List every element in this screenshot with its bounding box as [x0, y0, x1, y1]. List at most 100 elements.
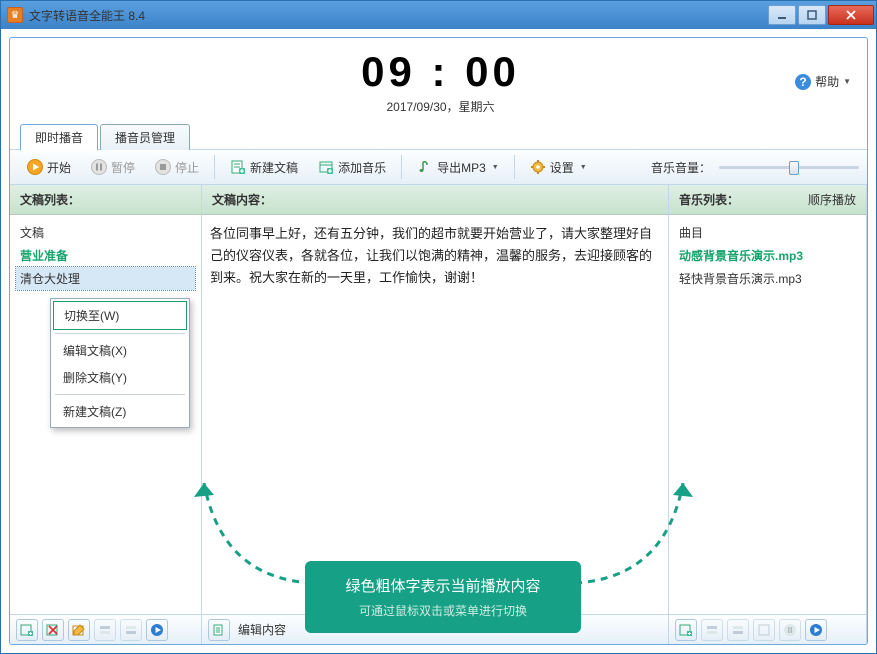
- callout-subtitle: 可通过鼠标双击或菜单进行切换: [323, 602, 563, 619]
- help-callout: 绿色粗体字表示当前播放内容 可通过鼠标双击或菜单进行切换: [305, 561, 581, 633]
- title-bar: ♛ 文字转语音全能王 8.4: [1, 1, 876, 29]
- remove-music-button[interactable]: [701, 619, 723, 641]
- cm-separator: [55, 333, 185, 334]
- add-music-button[interactable]: 添加音乐: [309, 154, 395, 181]
- close-button[interactable]: [828, 5, 874, 25]
- slider-thumb[interactable]: [789, 161, 799, 175]
- music-header: 音乐列表： 顺序播放: [669, 185, 866, 215]
- col-head-label: 音乐列表：: [679, 191, 739, 208]
- documents-header: 文稿列表：: [10, 185, 201, 215]
- music-panel: 音乐列表： 顺序播放 曲目 动感背景音乐演示.mp3 轻快背景音乐演示.mp3: [669, 185, 867, 644]
- context-menu[interactable]: 切换至(W) 编辑文稿(X) 删除文稿(Y) 新建文稿(Z): [50, 298, 190, 428]
- item-label: 轻快背景音乐演示.mp3: [679, 272, 802, 286]
- edit-content-label: 编辑内容: [238, 621, 286, 638]
- callout-title: 绿色粗体字表示当前播放内容: [323, 575, 563, 596]
- add-music-list-button[interactable]: [675, 619, 697, 641]
- maximize-button[interactable]: [798, 5, 826, 25]
- header-center: 09 : 00 2017/09/30，星期六: [86, 48, 795, 115]
- pause-button[interactable]: 暂停: [82, 154, 144, 181]
- gear-icon: [530, 159, 546, 175]
- btn-label: 新建文稿: [250, 159, 298, 176]
- move-up-button[interactable]: [94, 619, 116, 641]
- chevron-down-icon: ▼: [492, 164, 499, 171]
- move-down-button[interactable]: [120, 619, 142, 641]
- music-item[interactable]: 轻快背景音乐演示.mp3: [675, 267, 860, 290]
- btn-label: 添加音乐: [338, 159, 386, 176]
- minimize-button[interactable]: [768, 5, 796, 25]
- document-item[interactable]: 营业准备: [16, 244, 195, 267]
- music-item[interactable]: 动感背景音乐演示.mp3: [675, 244, 860, 267]
- main-toolbar: 开始 暂停 停止 新建文稿 添加音乐: [10, 149, 867, 185]
- header-area: 09 : 00 2017/09/30，星期六 ? 帮助 ▼: [10, 38, 867, 121]
- date-display: 2017/09/30，星期六: [86, 98, 795, 115]
- play-icon: [27, 159, 43, 175]
- cm-label: 删除文稿(Y): [63, 371, 127, 385]
- clock-display: 09 : 00: [86, 48, 795, 96]
- btn-label: 导出MP3: [437, 159, 486, 176]
- btn-label: 开始: [47, 159, 71, 176]
- music-pause-button[interactable]: [779, 619, 801, 641]
- remove-list-button[interactable]: [42, 619, 64, 641]
- app-window: ♛ 文字转语音全能王 8.4 09 : 00 2017/09/30，星期六 ? …: [0, 0, 877, 654]
- documents-toolbar: [10, 614, 201, 644]
- music-down-button[interactable]: [753, 619, 775, 641]
- app-icon: ♛: [7, 7, 23, 23]
- tab-announcer-mgmt[interactable]: 播音员管理: [100, 124, 190, 150]
- add-music-icon: [318, 159, 334, 175]
- cm-delete-doc[interactable]: 删除文稿(Y): [53, 364, 187, 391]
- separator: [214, 155, 215, 179]
- btn-label: 设置: [550, 159, 574, 176]
- add-list-button[interactable]: [16, 619, 38, 641]
- content-body: 各位同事早上好，还有五分钟，我们的超市就要开始营业了，请大家整理好自己的仪容仪表…: [202, 215, 668, 614]
- cm-separator: [55, 394, 185, 395]
- settings-button[interactable]: 设置 ▼: [521, 154, 596, 181]
- help-label: 帮助: [815, 73, 839, 90]
- help-icon: ?: [795, 74, 811, 90]
- music-note-icon: [417, 159, 433, 175]
- edit-list-button[interactable]: [68, 619, 90, 641]
- music-up-button[interactable]: [727, 619, 749, 641]
- tab-strip: 即时播音 播音员管理: [10, 124, 867, 150]
- col-head-label: 文稿列表：: [20, 191, 80, 208]
- item-label: 动感背景音乐演示.mp3: [679, 249, 803, 263]
- window-buttons: [766, 5, 874, 25]
- cm-label: 新建文稿(Z): [63, 405, 126, 419]
- document-text[interactable]: 各位同事早上好，还有五分钟，我们的超市就要开始营业了，请大家整理好自己的仪容仪表…: [208, 221, 662, 291]
- new-document-icon: [230, 159, 246, 175]
- cm-new-doc[interactable]: 新建文稿(Z): [53, 398, 187, 425]
- col-head-label: 文稿内容：: [212, 191, 272, 208]
- play-order-label[interactable]: 顺序播放: [808, 191, 856, 208]
- chevron-down-icon: ▼: [843, 77, 851, 86]
- stop-icon: [155, 159, 171, 175]
- new-document-button[interactable]: 新建文稿: [221, 154, 307, 181]
- btn-label: 暂停: [111, 159, 135, 176]
- cm-edit-doc[interactable]: 编辑文稿(X): [53, 337, 187, 364]
- cm-label: 切换至(W): [64, 309, 119, 323]
- document-item[interactable]: 清仓大处理: [16, 267, 195, 290]
- tab-label: 即时播音: [35, 131, 83, 145]
- window-title: 文字转语音全能王 8.4: [29, 7, 766, 24]
- export-mp3-button[interactable]: 导出MP3 ▼: [408, 154, 508, 181]
- item-label: 营业准备: [20, 249, 68, 263]
- cm-label: 编辑文稿(X): [63, 344, 127, 358]
- list-group-label: 文稿: [16, 221, 195, 244]
- play-button[interactable]: 开始: [18, 154, 80, 181]
- chevron-down-icon: ▼: [580, 164, 587, 171]
- volume-slider[interactable]: [719, 158, 859, 176]
- cm-switch-to[interactable]: 切换至(W): [53, 301, 187, 330]
- content-header: 文稿内容：: [202, 185, 668, 215]
- btn-label: 停止: [175, 159, 199, 176]
- music-list[interactable]: 曲目 动感背景音乐演示.mp3 轻快背景音乐演示.mp3: [669, 215, 866, 614]
- tab-label: 播音员管理: [115, 131, 175, 145]
- list-group-label: 曲目: [675, 221, 860, 244]
- volume-label: 音乐音量：: [651, 159, 711, 176]
- separator: [514, 155, 515, 179]
- stop-button[interactable]: 停止: [146, 154, 208, 181]
- play-list-button[interactable]: [146, 619, 168, 641]
- tab-instant-broadcast[interactable]: 即时播音: [20, 124, 98, 150]
- edit-content-button[interactable]: [208, 619, 230, 641]
- pause-icon: [91, 159, 107, 175]
- music-play-button[interactable]: [805, 619, 827, 641]
- music-toolbar: [669, 614, 866, 644]
- help-button[interactable]: ? 帮助 ▼: [795, 73, 851, 90]
